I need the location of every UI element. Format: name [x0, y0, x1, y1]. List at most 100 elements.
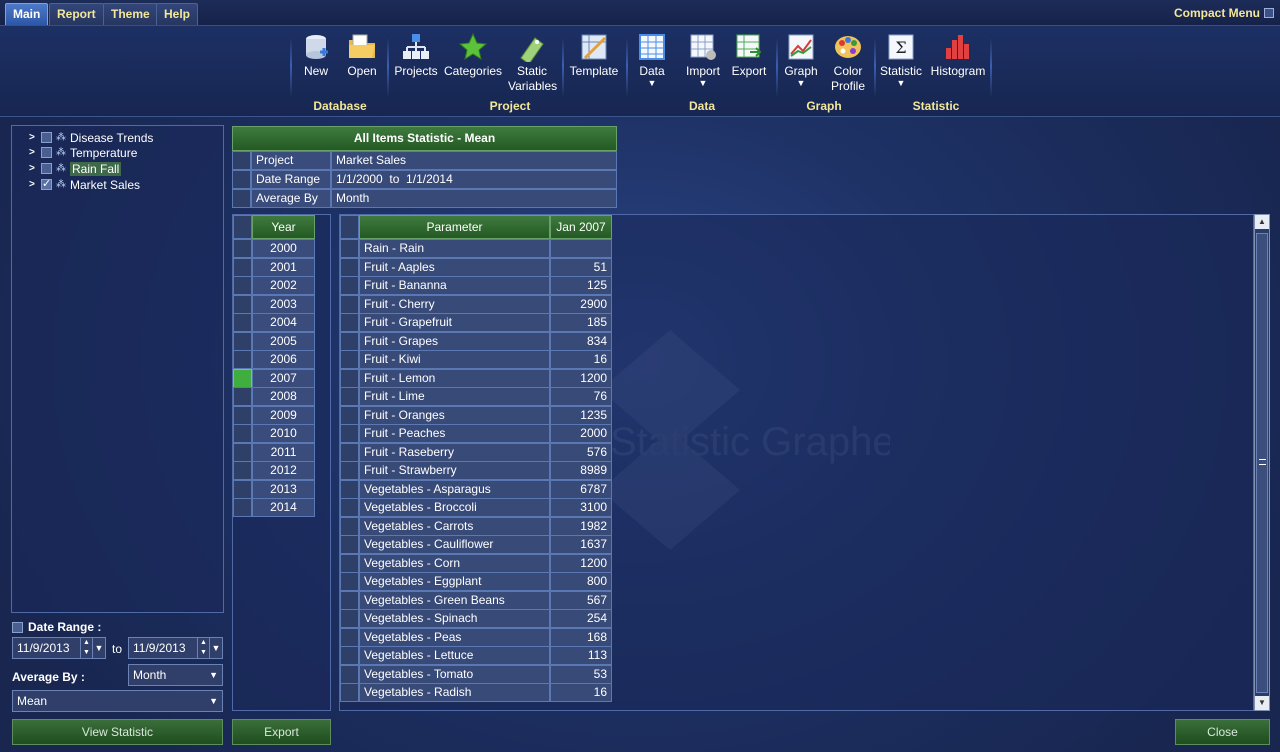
tree-checkbox[interactable]	[41, 132, 52, 143]
row-header[interactable]	[233, 442, 252, 462]
parameter-cell[interactable]: Vegetables - Eggplant	[359, 572, 550, 591]
tab-theme[interactable]: Theme	[103, 3, 158, 25]
row-header[interactable]	[340, 479, 359, 499]
tree-item-rain-fall[interactable]: > ⁂ Rain Fall	[29, 161, 122, 176]
value-cell[interactable]: 6787	[550, 479, 612, 499]
value-cell[interactable]: 576	[550, 442, 612, 462]
row-header[interactable]	[340, 553, 359, 573]
row-header[interactable]	[340, 350, 359, 369]
row-header[interactable]	[340, 627, 359, 647]
value-cell[interactable]: 76	[550, 387, 612, 406]
row-header[interactable]	[233, 368, 252, 388]
value-column-header[interactable]: Jan 2007	[550, 215, 612, 239]
year-cell[interactable]: 2003	[252, 294, 315, 314]
tree-checkbox-checked[interactable]	[41, 177, 52, 190]
row-header[interactable]	[233, 331, 252, 351]
tab-report[interactable]: Report	[49, 3, 104, 25]
export-button[interactable]: Export	[232, 719, 331, 745]
static-variables-button[interactable]: Static Variables	[508, 32, 557, 94]
average-by-select[interactable]: Month ▼	[128, 664, 223, 686]
row-header[interactable]	[233, 276, 252, 295]
tree-checkbox[interactable]	[41, 163, 52, 174]
tab-help[interactable]: Help	[156, 3, 199, 25]
row-header[interactable]	[340, 257, 359, 277]
row-header[interactable]	[340, 442, 359, 462]
parameter-cell[interactable]: Vegetables - Lettuce	[359, 646, 550, 665]
row-header[interactable]	[340, 368, 359, 388]
year-cell[interactable]: 2001	[252, 257, 315, 277]
row-header[interactable]	[340, 294, 359, 314]
row-header[interactable]	[340, 498, 359, 517]
tree-item-market-sales[interactable]: > ⁂ Market Sales	[29, 177, 140, 192]
value-cell[interactable]: 8989	[550, 461, 612, 480]
year-cell[interactable]: 2006	[252, 350, 315, 369]
parameter-cell[interactable]: Fruit - Lemon	[359, 368, 550, 388]
date-spinner[interactable]: ▲ ▼	[197, 638, 209, 658]
year-cell[interactable]: 2014	[252, 498, 315, 517]
chevron-down-icon[interactable]: ▼	[209, 638, 222, 658]
value-cell[interactable]: 800	[550, 572, 612, 591]
categories-button[interactable]: Categories	[444, 32, 502, 79]
row-header[interactable]	[233, 387, 252, 406]
parameter-cell[interactable]: Vegetables - Cauliflower	[359, 535, 550, 554]
row-header[interactable]	[340, 424, 359, 443]
parameter-cell[interactable]: Fruit - Cherry	[359, 294, 550, 314]
row-header[interactable]	[233, 257, 252, 277]
row-header[interactable]	[233, 424, 252, 443]
statistic-type-select[interactable]: Mean ▼	[12, 690, 223, 712]
histogram-button[interactable]: Histogram	[930, 32, 986, 79]
row-header[interactable]	[340, 461, 359, 480]
row-header[interactable]	[233, 479, 252, 499]
row-header[interactable]	[233, 498, 252, 517]
year-cell[interactable]: 2012	[252, 461, 315, 480]
value-cell[interactable]: 16	[550, 683, 612, 702]
import-button[interactable]: Import ▼	[682, 32, 724, 88]
date-range-checkbox[interactable]	[12, 621, 23, 633]
value-cell[interactable]: 2900	[550, 294, 612, 314]
row-header[interactable]	[340, 331, 359, 351]
chevron-down-icon[interactable]: ▼	[92, 638, 105, 658]
tree-checkbox[interactable]	[41, 147, 52, 158]
tree-item-disease-trends[interactable]: > ⁂ Disease Trends	[29, 130, 153, 145]
open-button[interactable]: Open	[344, 32, 380, 79]
value-cell[interactable]: 1982	[550, 516, 612, 536]
parameter-cell[interactable]: Fruit - Oranges	[359, 405, 550, 425]
scroll-thumb[interactable]	[1256, 233, 1268, 693]
year-cell[interactable]: 2013	[252, 479, 315, 499]
parameter-cell[interactable]: Fruit - Bananna	[359, 276, 550, 295]
year-cell[interactable]: 2005	[252, 331, 315, 351]
year-cell[interactable]: 2000	[252, 239, 315, 258]
parameter-cell[interactable]: Vegetables - Radish	[359, 683, 550, 702]
row-header[interactable]	[340, 646, 359, 665]
row-header[interactable]	[340, 239, 359, 258]
vertical-scrollbar[interactable]: ▲ ▼	[1254, 214, 1270, 711]
parameter-cell[interactable]: Fruit - Grapefruit	[359, 313, 550, 332]
export-ribbon-button[interactable]: Export	[730, 32, 768, 79]
value-cell[interactable]: 1200	[550, 368, 612, 388]
scroll-down-icon[interactable]: ▼	[1255, 696, 1269, 710]
parameter-cell[interactable]: Fruit - Strawberry	[359, 461, 550, 480]
row-header[interactable]	[340, 276, 359, 295]
expand-arrow-icon[interactable]: >	[29, 132, 37, 143]
year-cell[interactable]: 2008	[252, 387, 315, 406]
parameter-cell[interactable]: Vegetables - Carrots	[359, 516, 550, 536]
value-cell[interactable]: 185	[550, 313, 612, 332]
value-cell[interactable]: 2000	[550, 424, 612, 443]
row-header[interactable]	[340, 313, 359, 332]
parameter-cell[interactable]: Vegetables - Broccoli	[359, 498, 550, 517]
parameter-cell[interactable]: Vegetables - Asparagus	[359, 479, 550, 499]
value-cell[interactable]: 53	[550, 664, 612, 684]
row-header[interactable]	[340, 405, 359, 425]
new-button[interactable]: New	[298, 32, 334, 79]
value-cell[interactable]: 1200	[550, 553, 612, 573]
parameter-cell[interactable]: Vegetables - Corn	[359, 553, 550, 573]
year-cell[interactable]: 2007	[252, 368, 315, 388]
parameter-cell[interactable]: Fruit - Grapes	[359, 331, 550, 351]
projects-button[interactable]: Projects	[394, 32, 438, 79]
parameter-cell[interactable]: Fruit - Kiwi	[359, 350, 550, 369]
parameter-cell[interactable]: Fruit - Lime	[359, 387, 550, 406]
parameter-cell[interactable]: Fruit - Aaples	[359, 257, 550, 277]
compact-menu-button[interactable]: Compact Menu	[1174, 6, 1274, 20]
row-header[interactable]	[233, 239, 252, 258]
tab-main[interactable]: Main	[5, 3, 49, 25]
